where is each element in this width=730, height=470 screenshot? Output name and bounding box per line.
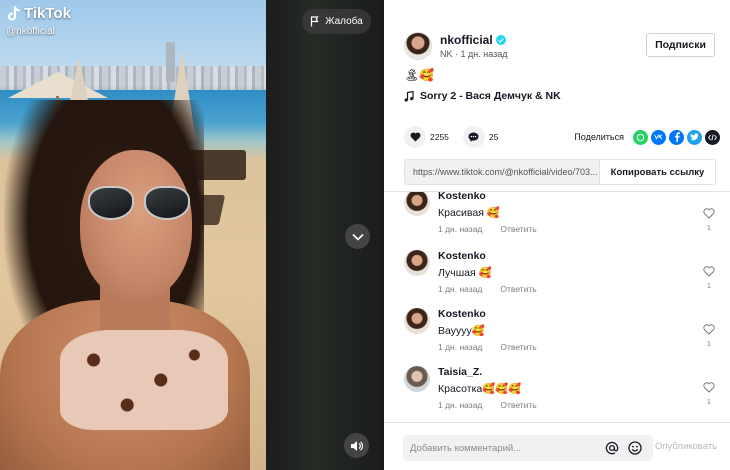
comment-like-button[interactable]: 1 [702, 264, 716, 290]
comment-like-count: 1 [707, 399, 711, 406]
comments-list[interactable]: Kostenko Красивая 🥰 1 дн. назад Ответить… [384, 192, 730, 422]
author-display-name: NK [440, 49, 453, 59]
comment-author[interactable]: Kostenko [438, 192, 486, 202]
comment-count: 25 [488, 132, 499, 142]
comment-bubble-icon [468, 132, 479, 142]
mention-icon[interactable] [605, 441, 619, 455]
comment-item: Kostenko Красивая 🥰 1 дн. назад Ответить… [404, 192, 720, 250]
comment-item: Kostenko Вауууу🥰 1 дн. назад Ответить 1 [404, 308, 720, 366]
follow-button[interactable]: Подписки [646, 33, 715, 57]
author-username[interactable]: nkofficial [440, 33, 493, 47]
comment-like-count: 1 [707, 225, 711, 232]
reply-button[interactable]: Ответить [500, 284, 536, 294]
embed-code-icon[interactable] [705, 129, 720, 145]
comment-text: Лучшая 🥰 [438, 267, 492, 279]
reply-button[interactable]: Ответить [500, 342, 536, 352]
facebook-icon[interactable] [669, 129, 684, 145]
comment-like-count: 1 [707, 283, 711, 290]
comment-time: 1 дн. назад [438, 342, 483, 352]
comment-item: Kostenko Лучшая 🥰 1 дн. назад Ответить 1 [404, 250, 720, 308]
author-avatar[interactable] [404, 32, 432, 60]
share-label: Поделиться [574, 132, 624, 142]
comment-text: Вауууу🥰 [438, 325, 485, 337]
report-button[interactable]: Жалоба [302, 9, 371, 34]
flag-icon [311, 16, 319, 27]
speaker-icon [351, 440, 363, 451]
whatsapp-icon[interactable] [633, 129, 648, 145]
comment-author[interactable]: Taisia_Z. [438, 366, 482, 378]
emoji-icon[interactable] [628, 441, 642, 455]
comment-like-button[interactable]: 1 [702, 380, 716, 406]
comment-time: 1 дн. назад [438, 400, 483, 410]
comment-text: Красотка🥰🥰🥰 [438, 383, 522, 395]
comment-time: 1 дн. назад [438, 224, 483, 234]
video-panel[interactable]: TikTok @nkofficial Жалоба [0, 0, 384, 470]
reply-button[interactable]: Ответить [500, 400, 536, 410]
comment-avatar[interactable] [404, 250, 430, 276]
heart-outline-icon [703, 266, 715, 277]
comment-avatar[interactable] [404, 192, 430, 216]
twitter-icon[interactable] [687, 129, 702, 145]
heart-outline-icon [703, 382, 715, 393]
comment-author[interactable]: Kostenko [438, 308, 486, 320]
video-caption: 🏝🥰 [404, 68, 435, 82]
music-title: Sorry 2 - Вася Демчук & NK [420, 90, 561, 102]
video-frame[interactable] [0, 0, 266, 470]
copy-link-button[interactable]: Копировать ссылку [599, 160, 715, 184]
tiktok-logo-text: TikTok [24, 5, 71, 22]
comment-button[interactable] [462, 126, 485, 148]
like-button[interactable] [404, 126, 426, 148]
author-info[interactable]: nkofficial NK · 1 дн. назад [404, 32, 508, 60]
share-link-text[interactable]: https://www.tiktok.com/@nkofficial/video… [405, 160, 599, 184]
music-link[interactable]: Sorry 2 - Вася Демчук & NK [404, 90, 561, 102]
next-video-button[interactable] [345, 224, 370, 249]
actions-row: 2255 25 Поделиться [404, 126, 720, 148]
watermark-username: @nkofficial [6, 26, 55, 37]
heart-outline-icon [703, 208, 715, 219]
comment-item: Taisia_Z. Красотка🥰🥰🥰 1 дн. назад Ответи… [404, 366, 720, 422]
comment-composer: Добавить комментарий... Опубликовать [384, 422, 730, 470]
like-count: 2255 [430, 132, 449, 142]
music-note-icon [404, 90, 414, 102]
volume-button[interactable] [344, 433, 369, 458]
verified-badge-icon [495, 35, 506, 45]
tiktok-logo[interactable]: TikTok [6, 5, 71, 22]
report-label: Жалоба [325, 16, 363, 27]
reply-button[interactable]: Ответить [500, 224, 536, 234]
comment-author[interactable]: Kostenko [438, 250, 486, 262]
heart-outline-icon [703, 324, 715, 335]
comment-avatar[interactable] [404, 308, 430, 334]
details-panel: nkofficial NK · 1 дн. назад Подписки 🏝🥰 [384, 0, 730, 470]
heart-icon [410, 132, 420, 142]
vk-icon[interactable] [651, 129, 666, 145]
comment-text: Красивая 🥰 [438, 207, 500, 219]
chevron-down-icon [351, 233, 364, 241]
post-time: 1 дн. назад [460, 49, 508, 59]
tiktok-video-page: TikTok @nkofficial Жалоба nkofficial NK … [0, 0, 730, 470]
comment-time: 1 дн. назад [438, 284, 483, 294]
share-link-row: https://www.tiktok.com/@nkofficial/video… [404, 159, 716, 185]
tiktok-note-icon [7, 5, 20, 21]
post-comment-button[interactable]: Опубликовать [655, 441, 717, 452]
comment-avatar[interactable] [404, 366, 430, 392]
comment-like-button[interactable]: 1 [702, 322, 716, 348]
comment-like-count: 1 [707, 341, 711, 348]
comment-like-button[interactable]: 1 [702, 206, 716, 232]
